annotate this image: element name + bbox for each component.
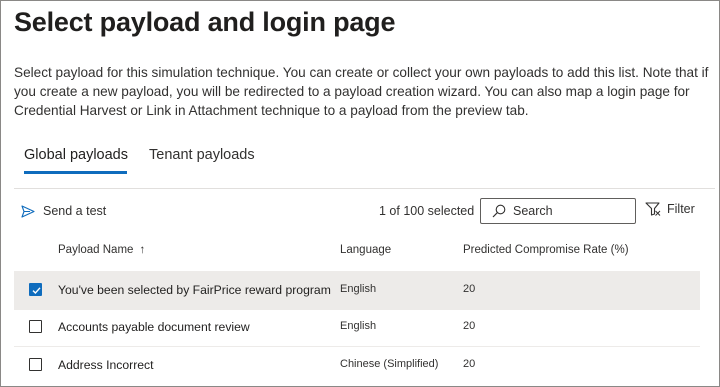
filter-label: Filter — [667, 202, 695, 216]
column-header-payload-name[interactable]: Payload Name ↑ — [58, 244, 145, 256]
payload-compromise-rate: 20 — [463, 283, 476, 295]
payload-name: You've been selected by FairPrice reward… — [58, 283, 331, 297]
search-input[interactable] — [513, 204, 623, 218]
checkmark-icon — [32, 287, 41, 295]
filter-icon — [645, 202, 661, 216]
send-test-label: Send a test — [43, 204, 107, 218]
search-icon — [492, 204, 506, 218]
payload-language: English — [340, 283, 377, 295]
filter-button[interactable]: Filter — [645, 202, 695, 216]
tab-tenant-payloads[interactable]: Tenant payloads — [149, 147, 255, 163]
send-test-button[interactable]: Send a test — [21, 202, 106, 220]
page-description: Select payload for this simulation techn… — [14, 65, 709, 118]
table-row[interactable]: Address Incorrect Chinese (Simplified) 2… — [14, 346, 700, 384]
payload-compromise-rate: 20 — [463, 320, 476, 332]
row-checkbox[interactable] — [29, 320, 42, 333]
selection-count: 1 of 100 selected — [379, 204, 475, 218]
table-row[interactable]: You've been selected by FairPrice reward… — [14, 271, 700, 309]
column-header-compromise-rate[interactable]: Predicted Compromise Rate (%) — [463, 244, 629, 256]
tab-global-payloads[interactable]: Global payloads — [24, 147, 128, 163]
table-row[interactable]: Accounts payable document review English… — [14, 308, 700, 346]
payload-name: Address Incorrect — [58, 358, 154, 372]
send-icon — [21, 204, 35, 218]
column-header-language[interactable]: Language — [340, 244, 391, 256]
payload-language: Chinese (Simplified) — [340, 358, 439, 370]
search-box[interactable] — [480, 198, 636, 224]
active-tab-indicator — [24, 171, 127, 174]
sort-ascending-icon: ↑ — [139, 244, 146, 256]
payload-name: Accounts payable document review — [58, 320, 250, 334]
table-header: Payload Name ↑ Language Predicted Comprom… — [14, 237, 700, 265]
divider — [14, 188, 715, 189]
dialog-panel: Select payload and login page Select pay… — [0, 0, 720, 387]
payload-language: English — [340, 320, 377, 332]
page-title: Select payload and login page — [14, 7, 396, 37]
column-header-label: Payload Name — [58, 244, 134, 256]
row-checkbox[interactable] — [29, 283, 42, 296]
row-checkbox[interactable] — [29, 358, 42, 371]
payload-compromise-rate: 20 — [463, 358, 476, 370]
